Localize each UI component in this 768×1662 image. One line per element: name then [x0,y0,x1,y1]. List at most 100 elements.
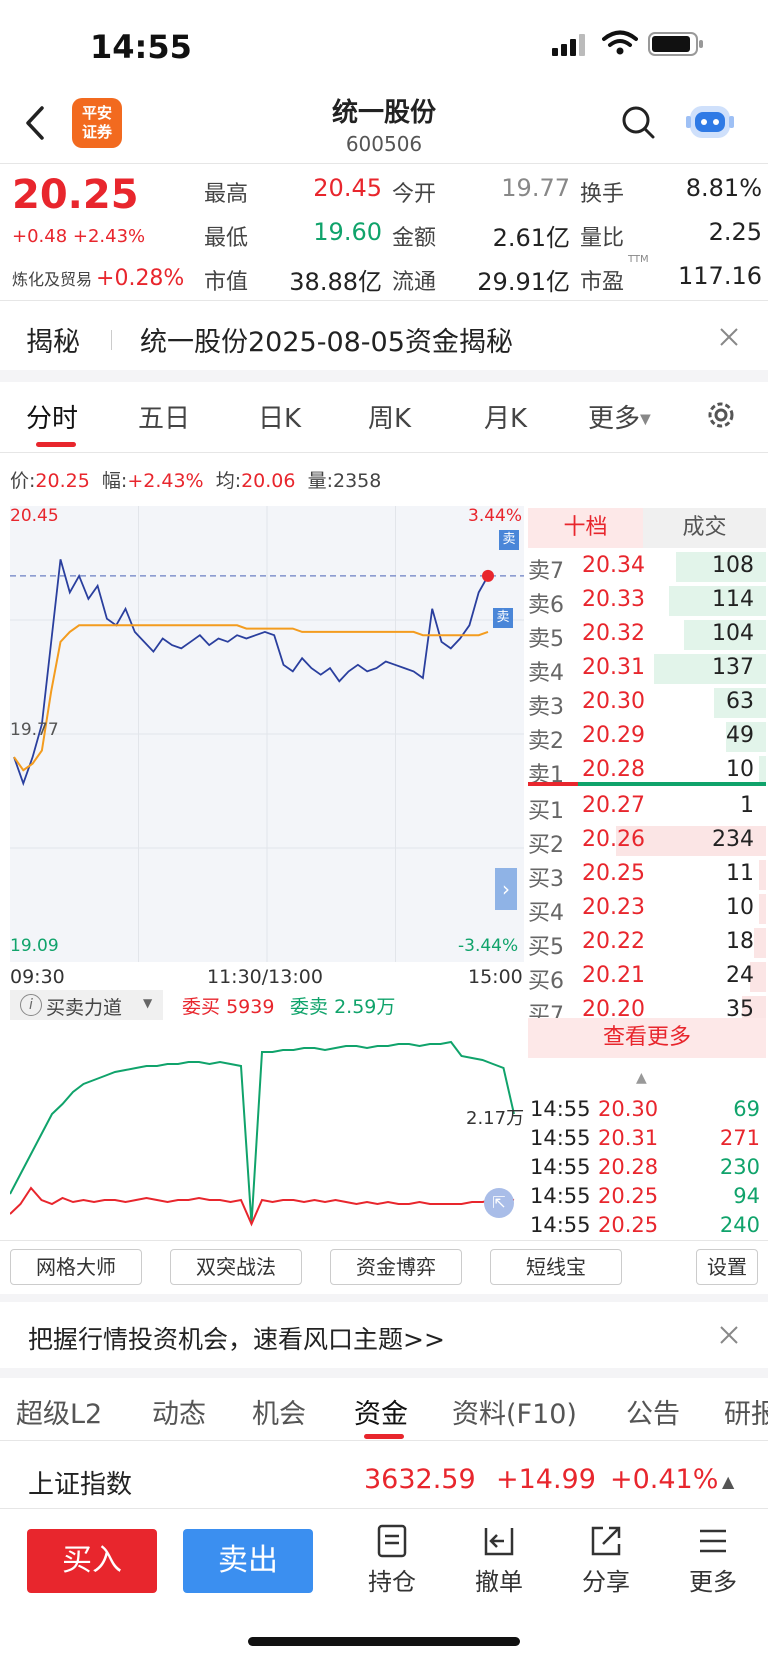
tab-five-day[interactable]: 五日 [138,398,190,435]
bid-row[interactable]: 买1 20.27 1 [528,790,766,824]
level-volume: 18 [726,929,754,954]
sector-tag[interactable]: 炼化及贸易 +0.28% [12,266,184,291]
tab-research[interactable]: 研报 [724,1392,768,1431]
level-price: 20.32 [582,621,645,646]
quote-value: 19.77 [501,174,570,202]
price-line [13,559,489,787]
intraday-chart[interactable] [10,506,524,962]
index-ticker[interactable]: 上证指数 3632.59 +14.99 +0.41% ▲ [0,1452,768,1508]
positions-button[interactable]: 持仓 [352,1524,432,1597]
robot-assistant-icon[interactable] [686,100,734,148]
cancel-order-button[interactable]: 撤单 [459,1524,539,1597]
y-max-pct-label: 3.44% [468,506,523,526]
caret-up-icon[interactable]: ▲ [722,1472,734,1491]
level-label: 卖5 [528,627,564,652]
tool-fund-game[interactable]: 资金博弈 [330,1249,462,1285]
quote-value: 20.45 [313,174,382,202]
level-price: 20.34 [582,553,645,578]
tab-weekly-k[interactable]: 周K [368,398,411,435]
volume-bar [758,894,766,924]
orderbook-header: 十档 成交 [528,508,766,548]
tab-monthly-k[interactable]: 月K [484,398,527,435]
force-green-line [10,1040,515,1225]
battery-icon [648,32,704,60]
ask-row[interactable]: 卖7 20.34 108 [528,550,766,584]
price-change: +0.48 +2.43% [12,226,146,247]
quote-label: 换手 [580,182,625,207]
ask-row[interactable]: 卖2 20.29 49 [528,720,766,754]
sell-button[interactable]: 卖出 [183,1529,313,1593]
tab-intraday[interactable]: 分时 [26,398,78,435]
tool-grid-master[interactable]: 网格大师 [10,1249,142,1285]
level-label: 卖4 [528,661,564,686]
fullscreen-icon[interactable]: ⇱ [484,1188,514,1218]
undo-box-icon [484,1528,514,1556]
level-label: 卖7 [528,559,564,584]
share-button[interactable]: 分享 [566,1524,646,1597]
tab-ten-levels[interactable]: 十档 [528,508,643,548]
bid-row[interactable]: 买6 20.21 24 [528,960,766,994]
level-label: 买6 [528,969,564,994]
bid-row[interactable]: 买5 20.22 18 [528,926,766,960]
triangle-down-icon: ▼ [143,996,153,1010]
more-button[interactable]: 更多 [673,1524,753,1597]
pe-ttm-sup: TTM [628,254,649,265]
tab-funds[interactable]: 资金 [354,1392,408,1431]
trade-volume: 230 [719,1155,760,1179]
force-red-line [10,1186,515,1227]
tab-news[interactable]: 动态 [152,1392,206,1431]
tool-short-term[interactable]: 短线宝 [490,1249,622,1285]
tab-more[interactable]: 更多▼ [588,398,651,435]
quote-value: 38.88亿 [289,268,382,296]
buy-button[interactable]: 买入 [27,1529,157,1593]
ask-row[interactable]: 卖5 20.32 104 [528,618,766,652]
trade-price: 20.25 [598,1213,659,1237]
ask-row[interactable]: 卖6 20.33 114 [528,584,766,618]
see-more-button[interactable]: 查看更多 [528,1018,766,1058]
level-volume: 49 [726,723,754,748]
tab-trades[interactable]: 成交 [643,508,766,548]
y-min-label: 19.09 [10,936,59,956]
quote-label: 今开 [392,182,437,207]
quote-value: 2.25 [708,218,762,246]
close-icon[interactable] [718,326,740,352]
force-selector[interactable]: i 买卖力道 ▼ [10,990,163,1020]
ask-row[interactable]: 卖3 20.30 63 [528,686,766,720]
bid-row[interactable]: 买2 20.26 234 [528,824,766,858]
trade-time: 14:55 [530,1213,591,1237]
tab-opportunity[interactable]: 机会 [252,1392,306,1431]
level-label: 买3 [528,867,564,892]
expand-chevron-icon[interactable]: › [495,868,517,910]
quote-value: 117.16 [678,262,762,290]
trade-price: 20.30 [598,1097,659,1121]
bid-row[interactable]: 买3 20.25 11 [528,858,766,892]
trade-price: 20.25 [598,1184,659,1208]
home-indicator [248,1637,520,1646]
quote-label: 金额 [392,226,437,251]
level-volume: 11 [726,861,754,886]
fund-reveal-bar[interactable]: 揭秘 统一股份2025-08-05资金揭秘 [0,302,768,370]
quote-value: 2.61亿 [492,224,570,252]
close-icon[interactable] [718,1324,740,1350]
tab-announcements[interactable]: 公告 [626,1392,680,1431]
promo-banner[interactable]: 把握行情投资机会，速看风口主题>> [0,1300,768,1374]
sell-marker: 卖 [493,608,513,628]
caret-up-icon[interactable]: ▲ [636,1070,647,1086]
bid-row[interactable]: 买4 20.23 10 [528,892,766,926]
tab-super-l2[interactable]: 超级L2 [16,1392,102,1431]
average-line [13,624,489,772]
trade-time: 14:55 [530,1184,591,1208]
trade-row: 14:55 20.31 271 [530,1126,766,1154]
tab-daily-k[interactable]: 日K [258,398,301,435]
level-label: 买4 [528,901,564,926]
ask-row[interactable]: 卖4 20.31 137 [528,652,766,686]
search-icon[interactable] [620,104,656,144]
quote-label: 最高 [204,182,249,207]
tool-double-breakout[interactable]: 双突战法 [170,1249,302,1285]
trade-row: 14:55 20.25 94 [530,1184,766,1212]
gear-icon[interactable] [704,398,738,436]
force-value-label: 2.17万 [466,1108,525,1129]
tab-f10[interactable]: 资料(F10) [452,1392,577,1431]
period-tabs: 分时 五日 日K 周K 月K 更多▼ [0,380,768,450]
tool-settings[interactable]: 设置 [696,1249,758,1285]
